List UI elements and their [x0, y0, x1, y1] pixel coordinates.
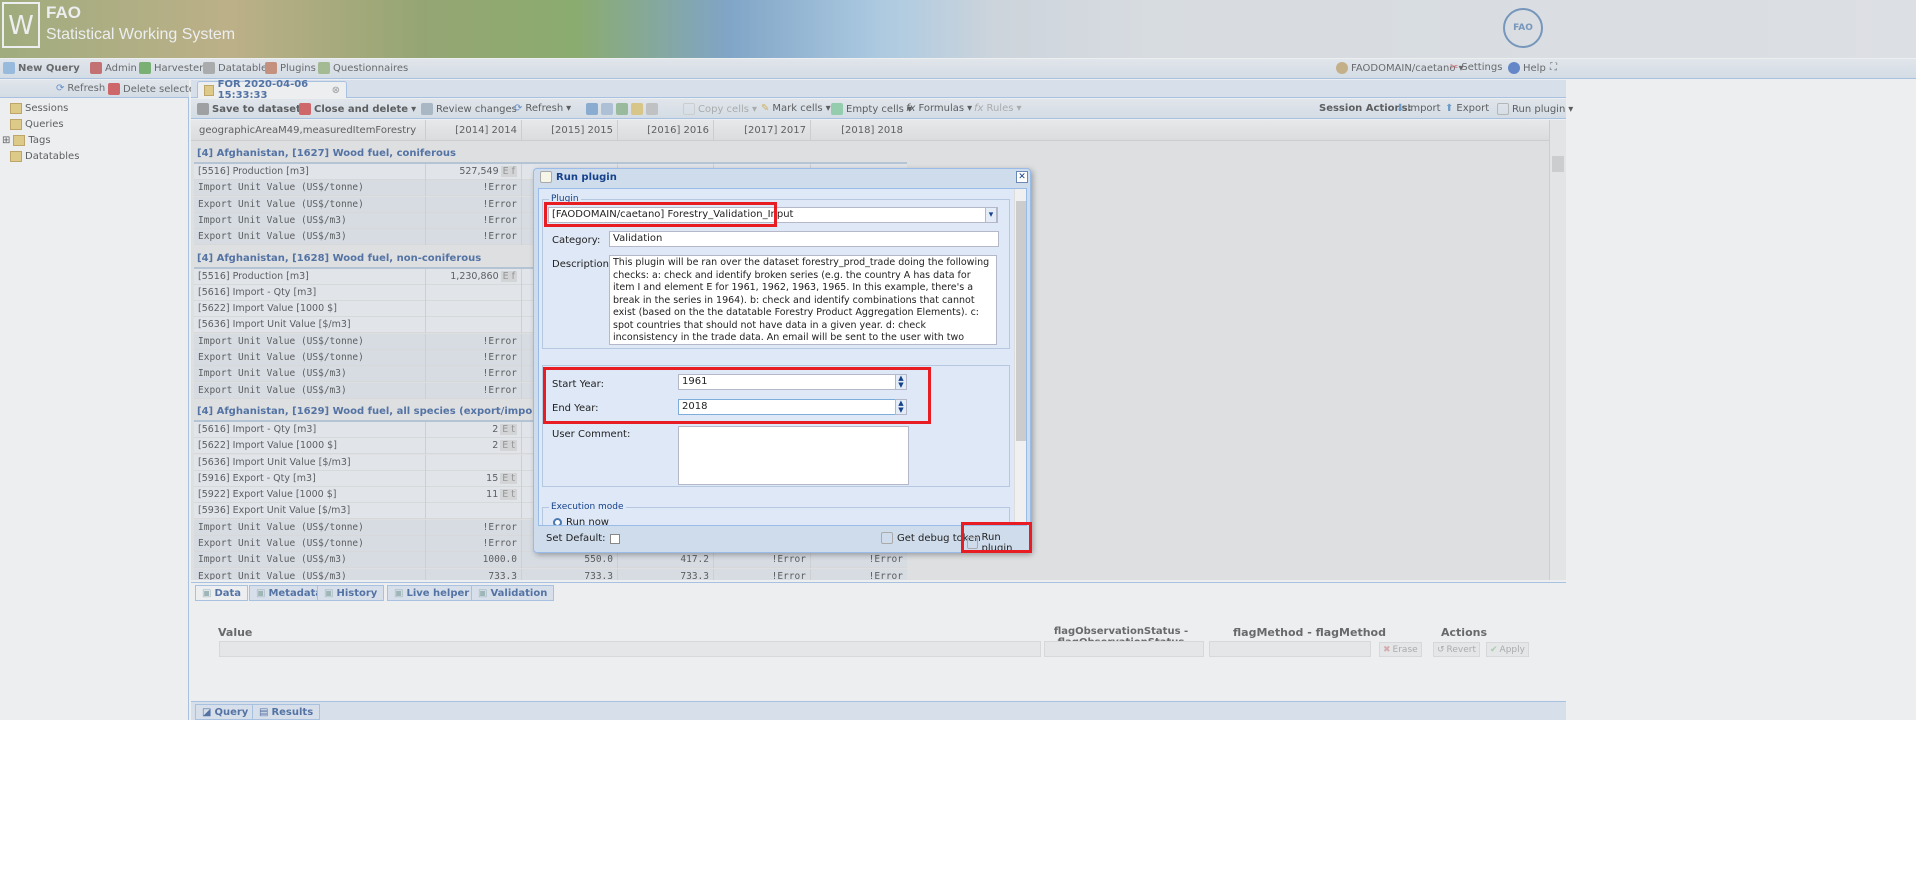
execution-mode-fieldset: Execution mode — [542, 502, 1010, 525]
user-comment-textarea[interactable] — [678, 426, 909, 485]
highlight-year-range — [543, 367, 931, 424]
radio-selected-icon — [553, 518, 562, 525]
scrollbar-thumb[interactable] — [1016, 201, 1026, 441]
chevron-down-icon[interactable]: ▾ — [985, 207, 997, 223]
checkbox-icon — [609, 533, 620, 544]
dialog-scrollbar[interactable] — [1014, 189, 1026, 525]
description-label: Description: — [552, 259, 613, 270]
highlight-run-plugin — [961, 522, 1032, 553]
run-now-radio[interactable]: Run now — [553, 517, 609, 525]
dialog-title: Run plugin — [540, 171, 617, 183]
category-label: Category: — [552, 235, 601, 246]
close-dialog-button[interactable]: ✕ — [1016, 171, 1028, 183]
set-default-checkbox[interactable]: Set Default: — [546, 533, 620, 544]
execution-mode-legend: Execution mode — [551, 502, 624, 512]
plugin-icon — [540, 171, 552, 183]
highlight-plugin-select — [544, 202, 777, 227]
dialog-body: Plugin [FAODOMAIN/caetano] Forestry_Vali… — [538, 188, 1027, 526]
category-field[interactable]: Validation — [609, 231, 999, 247]
user-comment-label: User Comment: — [552, 429, 631, 440]
description-textarea[interactable]: This plugin will be ran over the dataset… — [609, 255, 997, 345]
dialog-footer: Set Default: Get debug token Run plugin — [538, 527, 1027, 554]
plugin-icon — [881, 532, 893, 544]
